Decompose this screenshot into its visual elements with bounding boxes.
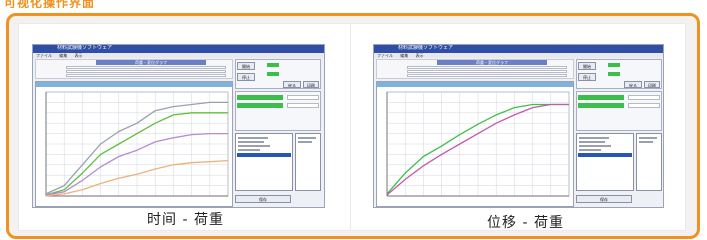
result-list[interactable] bbox=[636, 133, 662, 191]
time-load-chart bbox=[45, 91, 229, 197]
print-button[interactable]: 印刷 bbox=[644, 81, 660, 88]
disp-readout bbox=[287, 103, 319, 108]
result-list[interactable] bbox=[295, 133, 321, 191]
form-banner: 荷重・変位グラフ bbox=[96, 60, 206, 65]
form-banner: 荷重・変位グラフ bbox=[437, 60, 547, 65]
list-item bbox=[298, 137, 316, 139]
screenshot-card-disp-load: 材料試験機ソフトウェア ファイル 編集 表示 荷重・変位グラフ 開始 停止 戻る… bbox=[351, 24, 685, 231]
info-field-2[interactable] bbox=[407, 70, 567, 73]
list-item[interactable] bbox=[579, 141, 605, 143]
disp-readout bbox=[628, 103, 660, 108]
load-value-bar bbox=[578, 95, 624, 100]
disp-value-bar bbox=[578, 103, 624, 108]
start-button[interactable]: 開始 bbox=[237, 62, 255, 70]
screenshot-caption: 时间 - 荷重 bbox=[147, 212, 224, 228]
list-item[interactable] bbox=[579, 149, 601, 151]
info-field-3[interactable] bbox=[407, 74, 567, 77]
control-panel: 開始 停止 戻る 印刷 保存 bbox=[235, 59, 322, 205]
save-button[interactable]: 保存 bbox=[576, 195, 632, 203]
menu-item-file[interactable]: ファイル bbox=[36, 53, 52, 58]
return-button[interactable]: 戻る bbox=[283, 81, 301, 88]
list-item[interactable] bbox=[579, 145, 611, 147]
info-field-3[interactable] bbox=[66, 74, 226, 77]
menu-bar[interactable]: ファイル 編集 表示 bbox=[33, 53, 324, 58]
list-item-selected[interactable] bbox=[237, 153, 291, 157]
section-title: 可视化操作界面 bbox=[4, 0, 96, 8]
save-button[interactable]: 保存 bbox=[235, 195, 291, 203]
menu-bar[interactable]: ファイル 編集 表示 bbox=[374, 53, 663, 58]
list-item[interactable] bbox=[238, 145, 270, 147]
return-button[interactable]: 戻る bbox=[624, 81, 642, 88]
control-panel: 開始 停止 戻る 印刷 保存 bbox=[576, 59, 662, 205]
start-button[interactable]: 開始 bbox=[578, 62, 596, 70]
disp-indicator bbox=[267, 72, 279, 76]
screenshot-card-time-load: 材料試験機ソフトウェア ファイル 編集 表示 荷重・変位グラフ 開始 停止 戻る… bbox=[19, 24, 353, 230]
test-info-form: 荷重・変位グラフ bbox=[376, 59, 574, 79]
list-item[interactable] bbox=[579, 137, 609, 139]
window-title: 材料試験機ソフトウェア bbox=[398, 45, 454, 51]
window-titlebar: 材料試験機ソフトウェア bbox=[374, 45, 663, 53]
load-value-bar bbox=[237, 95, 283, 100]
menu-item-view[interactable]: 表示 bbox=[75, 53, 83, 58]
displacement-load-chart bbox=[386, 91, 570, 197]
list-item bbox=[298, 141, 312, 143]
list-item[interactable] bbox=[238, 141, 264, 143]
software-window: 材料試験機ソフトウェア ファイル 編集 表示 荷重・変位グラフ 開始 停止 戻る… bbox=[373, 44, 664, 208]
load-readout bbox=[628, 95, 660, 100]
chart-area bbox=[376, 81, 574, 207]
chart-header bbox=[377, 82, 573, 87]
disp-indicator bbox=[608, 72, 620, 76]
load-indicator bbox=[267, 63, 279, 67]
menu-item-edit[interactable]: 編集 bbox=[400, 53, 408, 58]
list-item-selected[interactable] bbox=[578, 153, 632, 157]
list-item bbox=[639, 141, 653, 143]
load-indicator bbox=[608, 63, 620, 67]
list-item[interactable] bbox=[238, 137, 268, 139]
content-panel: 材料試験機ソフトウェア ファイル 編集 表示 荷重・変位グラフ 開始 停止 戻る… bbox=[6, 13, 700, 239]
info-field-1[interactable] bbox=[407, 66, 567, 69]
info-field-2[interactable] bbox=[66, 70, 226, 73]
list-item bbox=[639, 137, 657, 139]
menu-item-view[interactable]: 表示 bbox=[416, 53, 424, 58]
info-field-1[interactable] bbox=[66, 66, 226, 69]
window-title: 材料試験機ソフトウェア bbox=[57, 45, 113, 51]
chart-header bbox=[36, 82, 232, 87]
software-window: 材料試験機ソフトウェア ファイル 編集 表示 荷重・変位グラフ 開始 停止 戻る… bbox=[32, 44, 325, 208]
load-readout bbox=[287, 95, 319, 100]
stop-button[interactable]: 停止 bbox=[237, 73, 255, 81]
menu-item-file[interactable]: ファイル bbox=[377, 53, 393, 58]
specimen-list[interactable] bbox=[235, 133, 293, 191]
specimen-list[interactable] bbox=[576, 133, 634, 191]
menu-item-edit[interactable]: 編集 bbox=[59, 53, 67, 58]
stop-button[interactable]: 停止 bbox=[578, 73, 596, 81]
disp-value-bar bbox=[237, 103, 283, 108]
top-bar: 可视化操作界面 bbox=[0, 0, 707, 10]
print-button[interactable]: 印刷 bbox=[303, 81, 319, 88]
test-info-form: 荷重・変位グラフ bbox=[35, 59, 233, 79]
chart-area bbox=[35, 81, 233, 207]
list-item[interactable] bbox=[238, 149, 260, 151]
screenshot-caption: 位移 - 荷重 bbox=[487, 215, 564, 231]
window-titlebar: 材料試験機ソフトウェア bbox=[33, 45, 324, 53]
